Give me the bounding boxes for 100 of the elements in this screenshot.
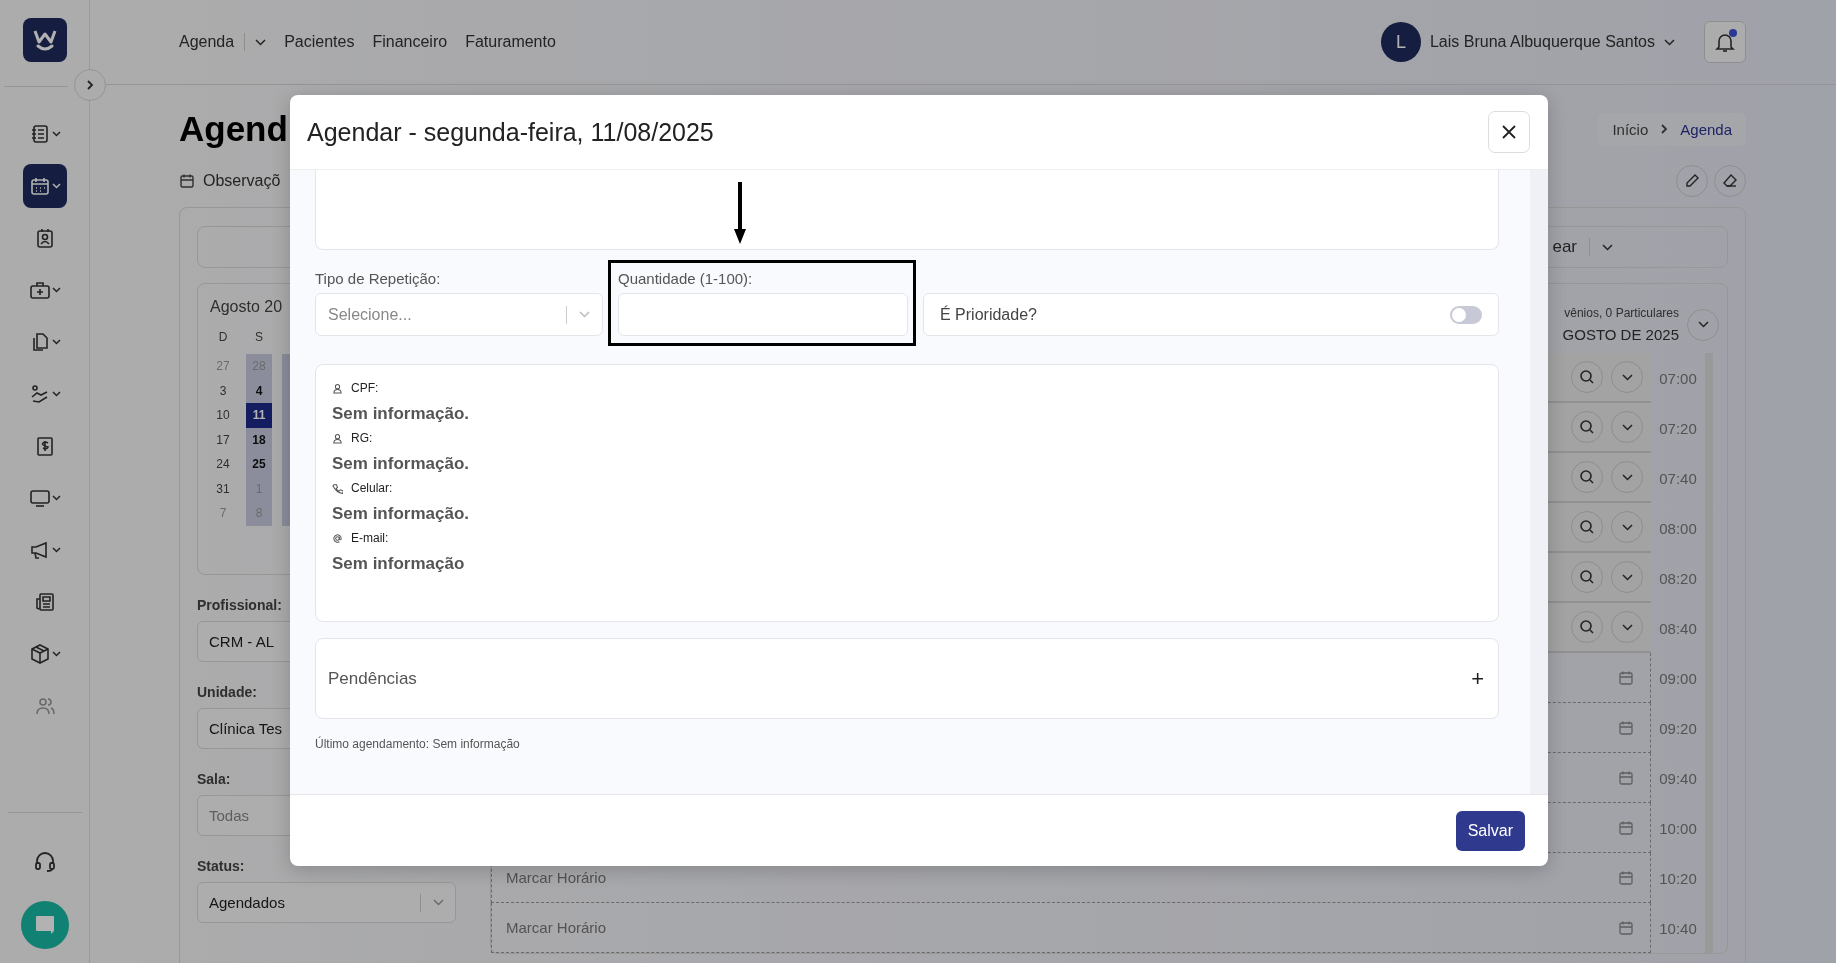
chevron-down-icon	[51, 339, 61, 345]
sidebar-toggle-button[interactable]	[74, 69, 106, 101]
chevron-down-icon[interactable]	[1664, 38, 1675, 46]
time-label: 08:20	[1658, 568, 1698, 589]
priority-label: É Prioridade?	[940, 305, 1037, 324]
search-icon	[1579, 469, 1595, 485]
chevron-right-icon	[85, 79, 95, 91]
calendar-day[interactable]: 25	[246, 452, 272, 477]
box-icon	[28, 643, 51, 665]
chevron-down-icon	[51, 391, 61, 397]
book-slot-link[interactable]: Marcar Horário	[506, 919, 607, 936]
info-label: Celular:	[351, 481, 393, 495]
repeat-select[interactable]: Selecione...	[315, 293, 603, 336]
calendar-month: Agosto 20	[210, 298, 283, 316]
chevron-down-icon	[1621, 373, 1633, 381]
calendar-day[interactable]: 10	[210, 403, 236, 428]
person-icon	[332, 432, 343, 444]
medkit-icon	[28, 279, 51, 301]
calendar-day[interactable]: 31	[210, 476, 236, 501]
page-title: Agend	[179, 109, 288, 149]
chevron-down-icon	[51, 547, 61, 553]
person-icon	[332, 382, 343, 394]
filter-field[interactable]: Agendados	[197, 882, 456, 923]
quantity-input[interactable]	[618, 293, 908, 336]
nav-link[interactable]: Agenda	[179, 33, 235, 51]
chevron-down-icon	[1621, 573, 1633, 581]
at-sign-icon	[332, 532, 343, 544]
info-value: Sem informação.	[332, 454, 470, 474]
time-label: 07:20	[1658, 418, 1698, 439]
weekday-label: D	[217, 330, 229, 346]
nav-link[interactable]: Faturamento	[465, 33, 556, 51]
priority-toggle[interactable]	[1450, 305, 1482, 324]
phone-icon	[332, 482, 343, 494]
calendar-day[interactable]: 24	[210, 452, 236, 477]
field-label: Tipo de Repetição:	[315, 270, 442, 287]
breadcrumb-link[interactable]: Início	[1612, 120, 1649, 138]
chevron-down-icon[interactable]	[1602, 243, 1613, 251]
annotation-arrow	[733, 182, 747, 244]
info-label: CPF:	[351, 381, 379, 395]
search-icon	[1579, 569, 1595, 585]
search-icon	[1579, 619, 1595, 635]
chevron-down-icon	[1621, 623, 1633, 631]
calendar-day[interactable]: 11	[246, 403, 272, 428]
observations-link[interactable]: Observaçõ	[203, 172, 281, 190]
nav-link[interactable]: Financeiro	[372, 33, 448, 51]
notifications-button[interactable]	[1704, 21, 1746, 63]
book-slot-link[interactable]: Marcar Horário	[506, 869, 607, 886]
pending-label: Pendências	[328, 668, 417, 689]
last-appointment-text: Último agendamento: Sem informação	[315, 737, 521, 751]
sidebar-item[interactable]	[22, 164, 67, 208]
chevron-down-icon	[1697, 321, 1709, 328]
app-logo[interactable]	[22, 18, 67, 62]
time-label: 10:20	[1658, 868, 1698, 889]
field-label: Quantidade (1-100):	[618, 270, 754, 287]
chevron-down-icon	[51, 183, 61, 189]
pending-panel[interactable]: Pendências +	[315, 638, 1499, 719]
weekday-label: S	[254, 330, 264, 346]
monitor-icon	[28, 487, 51, 509]
search-icon	[1579, 419, 1595, 435]
close-icon	[1501, 124, 1517, 140]
time-label: 09:00	[1658, 668, 1698, 689]
chevron-down-icon	[51, 287, 61, 293]
calendar-day[interactable]: 17	[210, 427, 236, 452]
chevron-down-icon	[579, 311, 590, 318]
nav-link[interactable]: Pacientes	[284, 33, 355, 51]
headset-icon[interactable]	[32, 849, 57, 873]
save-button[interactable]: Salvar	[1455, 810, 1525, 851]
eraser-icon	[1722, 173, 1738, 189]
info-value: Sem informação.	[332, 404, 470, 424]
notes-field[interactable]	[315, 170, 1499, 250]
add-pending-button[interactable]: +	[1471, 665, 1484, 692]
info-value: Sem informação	[332, 554, 466, 574]
time-label: 08:00	[1658, 518, 1698, 539]
breadcrumb-link[interactable]: Agenda	[1680, 120, 1732, 138]
bell-icon	[1714, 31, 1736, 53]
calendar-day[interactable]: 18	[246, 427, 272, 452]
pencil-icon	[1684, 173, 1700, 189]
search-icon	[1579, 369, 1595, 385]
chevron-down-icon[interactable]	[255, 38, 267, 46]
time-label: 09:40	[1658, 768, 1698, 789]
time-label: 10:00	[1658, 818, 1698, 839]
news-icon	[33, 591, 56, 613]
user-avatar[interactable]: L	[1380, 22, 1421, 62]
close-button[interactable]	[1488, 111, 1530, 153]
time-label: 07:00	[1658, 368, 1698, 389]
toolbar-button[interactable]: ear	[1552, 237, 1577, 257]
chevron-right-icon	[1660, 123, 1669, 135]
info-label: E-mail:	[351, 531, 389, 545]
search-icon	[1579, 519, 1595, 535]
calendar-day[interactable]: 3	[210, 378, 236, 403]
agenda-date: GOSTO DE 2025	[1562, 326, 1679, 343]
agenda-summary: vênios, 0 Particulares	[1563, 306, 1679, 320]
calendar-day[interactable]: 4	[246, 378, 272, 403]
info-value: Sem informação.	[332, 504, 470, 524]
chevron-down-icon	[51, 495, 61, 501]
filter-label: Sala:	[197, 771, 232, 787]
filter-label: Unidade:	[197, 684, 258, 700]
dialog-title: Agendar - segunda-feira, 11/08/2025	[307, 117, 714, 147]
time-label: 07:40	[1658, 468, 1698, 489]
user-name[interactable]: Lais Bruna Albuquerque Santos	[1429, 33, 1655, 51]
